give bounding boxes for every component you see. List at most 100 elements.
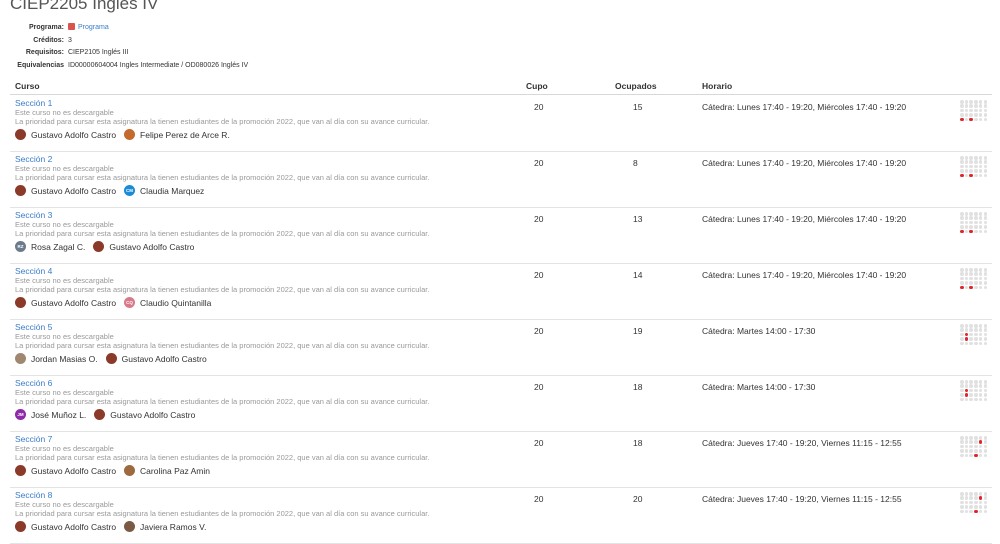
schedule-slot [983, 113, 988, 117]
schedule-slot [978, 268, 983, 272]
professor[interactable]: Javiera Ramos V. [124, 521, 206, 532]
schedule-slot [969, 276, 973, 281]
section-link[interactable]: Sección 8 [15, 490, 52, 500]
schedule-slot [964, 164, 969, 169]
table-row: Sección 1 Este curso no es descargable La … [10, 96, 992, 152]
section-link[interactable]: Sección 1 [15, 98, 52, 108]
schedule-grid [950, 492, 990, 514]
programa-link-label[interactable]: Programa [78, 24, 109, 31]
schedule-slot [964, 332, 969, 337]
professor-name[interactable]: Gustavo Adolfo Castro [109, 242, 194, 252]
section-link[interactable]: Sección 3 [15, 210, 52, 220]
cupo-value: 20 [534, 438, 544, 448]
schedule-slot [978, 100, 983, 104]
schedule-slot [964, 281, 969, 285]
priority-note: La prioridad para cursar esta asignatura… [15, 117, 430, 126]
schedule-slot [964, 341, 969, 346]
professor-name[interactable]: Jordan Masias O. [31, 354, 98, 364]
schedule-slot [964, 113, 969, 117]
professor-name[interactable]: Gustavo Adolfo Castro [122, 354, 207, 364]
schedule-slot [964, 384, 969, 388]
schedule-slot [983, 328, 988, 332]
download-note: Este curso no es descargable [15, 164, 114, 173]
section-link[interactable]: Sección 5 [15, 322, 52, 332]
professor[interactable]: CM Claudia Marquez [124, 185, 204, 196]
meta-label: Programa: [28, 24, 64, 31]
schedule-slot [974, 388, 978, 393]
professor[interactable]: Carolina Paz Amin [124, 465, 210, 476]
schedule-slot [974, 229, 978, 234]
schedule-slot [969, 220, 973, 225]
professor[interactable]: Gustavo Adolfo Castro [15, 297, 116, 308]
schedule-slot [969, 509, 973, 514]
schedule-slot [978, 104, 983, 108]
professor-name[interactable]: José Muñoz L. [31, 410, 86, 420]
schedule-slot [960, 440, 964, 444]
professor[interactable]: Gustavo Adolfo Castro [15, 185, 116, 196]
ocupados-value: 13 [633, 214, 643, 224]
horario-value: Cátedra: Jueves 17:40 - 19:20, Viernes 1… [702, 438, 902, 448]
professor[interactable]: JM José Muñoz L. [15, 409, 86, 420]
section-link[interactable]: Sección 6 [15, 378, 52, 388]
programa-link[interactable]: Programa [68, 22, 109, 35]
schedule-slot [983, 440, 988, 444]
professor-name[interactable]: Gustavo Adolfo Castro [31, 466, 116, 476]
avatar [15, 297, 26, 308]
schedule-slot [974, 281, 978, 285]
schedule-slot [964, 225, 969, 229]
schedule-slot [974, 332, 978, 337]
schedule-slot [964, 272, 969, 276]
professor-name[interactable]: Gustavo Adolfo Castro [31, 186, 116, 196]
professor[interactable]: Gustavo Adolfo Castro [15, 129, 116, 140]
professor[interactable]: Gustavo Adolfo Castro [93, 241, 194, 252]
column-header-cupo: Cupo [526, 81, 548, 91]
schedule-slot [983, 160, 988, 164]
schedule-slot [983, 276, 988, 281]
schedule-slot [983, 281, 988, 285]
schedule-slot [960, 509, 964, 514]
avatar: CM [124, 185, 136, 196]
section-link[interactable]: Sección 4 [15, 266, 52, 276]
schedule-slot [964, 229, 969, 234]
schedule-slot [978, 492, 983, 496]
professor[interactable]: Gustavo Adolfo Castro [105, 353, 207, 364]
professor-name[interactable]: Javiera Ramos V. [140, 522, 206, 532]
schedule-slot [960, 108, 964, 113]
schedule-slot [983, 496, 988, 500]
horario-value: Cátedra: Jueves 17:40 - 19:20, Viernes 1… [702, 494, 902, 504]
professor-name[interactable]: Carolina Paz Amin [140, 466, 210, 476]
professor-name[interactable]: Claudio Quintanilla [140, 298, 211, 308]
section-link[interactable]: Sección 7 [15, 434, 52, 444]
cupo-value: 20 [534, 494, 544, 504]
professor-name[interactable]: Felipe Perez de Arce R. [140, 130, 230, 140]
schedule-slot [974, 384, 978, 388]
page-title: CIEP2205 Inglés IV [10, 0, 159, 13]
schedule-slot [978, 500, 983, 505]
professor-name[interactable]: Gustavo Adolfo Castro [110, 410, 195, 420]
professor-name[interactable]: Gustavo Adolfo Castro [31, 130, 116, 140]
schedule-slot [964, 220, 969, 225]
schedule-slot [964, 212, 969, 216]
schedule-slot [978, 285, 983, 290]
professor-name[interactable]: Gustavo Adolfo Castro [31, 298, 116, 308]
schedule-slot [978, 113, 983, 117]
schedule-slot [964, 324, 969, 328]
professor-name[interactable]: Claudia Marquez [140, 186, 204, 196]
horario-value: Cátedra: Lunes 17:40 - 19:20, Miércoles … [702, 214, 907, 224]
schedule-slot [969, 281, 973, 285]
schedule-slot [964, 397, 969, 402]
professor[interactable]: Jordan Masias O. [15, 353, 98, 364]
section-link[interactable]: Sección 2 [15, 154, 52, 164]
professor[interactable]: Felipe Perez de Arce R. [124, 129, 230, 140]
schedule-slot [983, 285, 988, 290]
professor-name[interactable]: Gustavo Adolfo Castro [31, 522, 116, 532]
schedule-slot [974, 393, 978, 397]
schedule-slot [974, 220, 978, 225]
schedule-slot [978, 117, 983, 122]
professor[interactable]: Gustavo Adolfo Castro [15, 465, 116, 476]
professor[interactable]: Gustavo Adolfo Castro [94, 409, 195, 420]
professor[interactable]: RZ Rosa Zagal C. [15, 241, 85, 252]
professor-name[interactable]: Rosa Zagal C. [31, 242, 85, 252]
professor[interactable]: CQ Claudio Quintanilla [124, 297, 211, 308]
professor[interactable]: Gustavo Adolfo Castro [15, 521, 116, 532]
